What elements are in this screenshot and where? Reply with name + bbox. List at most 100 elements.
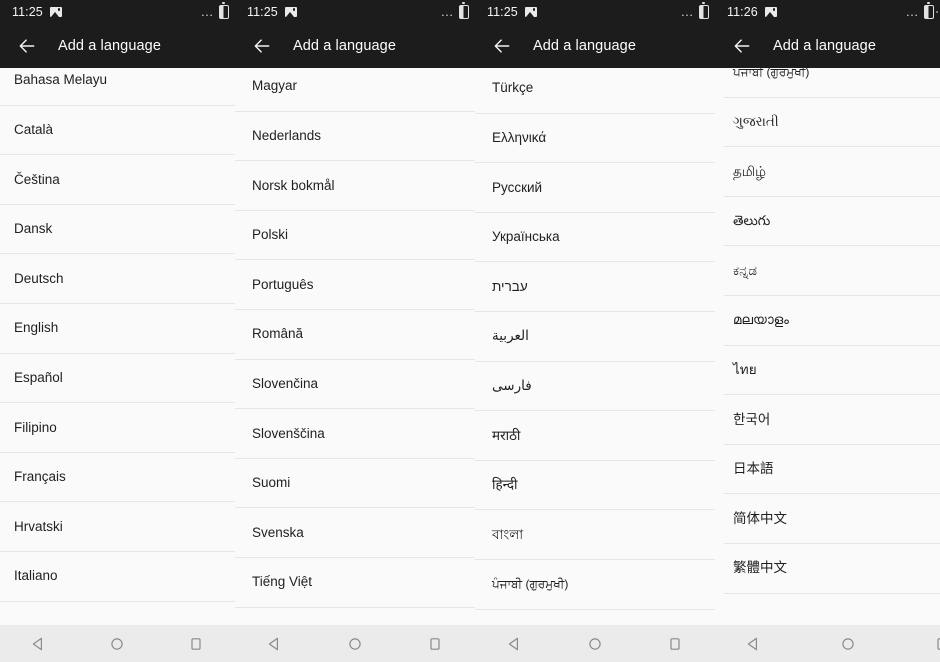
- language-list-item[interactable]: Italiano: [0, 551, 235, 602]
- nav-home-icon[interactable]: [825, 625, 871, 662]
- nav-recents-icon[interactable]: [919, 625, 940, 662]
- language-name: हिन्दी: [492, 477, 518, 493]
- language-list-item[interactable]: हिन्दी: [475, 460, 715, 511]
- image-icon: [49, 6, 62, 17]
- list-divider: [235, 606, 475, 608]
- language-list-item[interactable]: বাংলা: [475, 510, 715, 560]
- language-list-item[interactable]: ગુજરાતી: [715, 97, 940, 148]
- language-list-item[interactable]: Türkçe: [475, 68, 715, 114]
- nav-back-icon[interactable]: [731, 625, 777, 662]
- page-title: Add a language: [58, 37, 161, 54]
- language-list-item[interactable]: 繁體中文: [715, 543, 940, 594]
- language-name: தமிழ்: [733, 163, 766, 179]
- language-list-item[interactable]: Slovenščina: [235, 409, 475, 459]
- language-name: Polski: [252, 227, 289, 243]
- nav-home-icon[interactable]: [94, 625, 140, 662]
- language-list-item[interactable]: العربية: [475, 311, 715, 362]
- system-navigation-bar: [235, 625, 475, 662]
- language-name: Türkçe: [492, 80, 534, 96]
- language-list-item[interactable]: עברית: [475, 262, 715, 312]
- nav-home-icon[interactable]: [572, 625, 618, 662]
- language-list-item[interactable]: Polski: [235, 210, 475, 261]
- panel-3: 11:25 … Add a language Türkçe Ελληνικά Русски…: [475, 0, 715, 662]
- nav-back-icon[interactable]: [16, 625, 62, 662]
- language-list-item[interactable]: ਪੰਜਾਬੀ (ਗੁਰਮੁਖੀ): [715, 68, 940, 98]
- language-list-item[interactable]: Français: [0, 452, 235, 503]
- arrow-back-icon[interactable]: [487, 31, 517, 61]
- language-list-item[interactable]: English: [0, 303, 235, 354]
- battery-icon: [699, 2, 709, 19]
- language-list-item[interactable]: Dansk: [0, 204, 235, 255]
- language-list-item[interactable]: Ελληνικά: [475, 113, 715, 164]
- nav-back-icon[interactable]: [252, 625, 298, 662]
- language-list-item[interactable]: Čeština: [0, 155, 235, 205]
- language-name: Nederlands: [252, 127, 322, 143]
- arrow-back-icon[interactable]: [12, 31, 42, 61]
- battery-icon: [924, 2, 934, 19]
- more-dots-icon: …: [440, 3, 454, 19]
- language-list: Magyar Nederlands Norsk bokmål Polski Portug…: [235, 68, 475, 608]
- arrow-back-icon[interactable]: [727, 31, 757, 61]
- language-list-item[interactable]: Hrvatski: [0, 502, 235, 552]
- language-list-item[interactable]: Español: [0, 353, 235, 404]
- language-name: Slovenščina: [252, 425, 325, 441]
- nav-recents-icon[interactable]: [412, 625, 458, 662]
- language-list-item[interactable]: Svenska: [235, 508, 475, 558]
- language-list-scroll[interactable]: Bahasa Melayu Català Čeština Dansk Deutsch En…: [0, 68, 235, 662]
- language-list-scroll[interactable]: Magyar Nederlands Norsk bokmål Polski Portug…: [235, 68, 475, 662]
- language-list-item[interactable]: فارسی: [475, 361, 715, 412]
- language-list-item[interactable]: Norsk bokmål: [235, 161, 475, 211]
- language-list-item[interactable]: Русский: [475, 163, 715, 213]
- language-list-item[interactable]: Suomi: [235, 458, 475, 509]
- language-list: Bahasa Melayu Català Čeština Dansk Deutsch En…: [0, 68, 235, 602]
- language-list-item[interactable]: தமிழ்: [715, 147, 940, 197]
- language-name: Français: [14, 469, 66, 485]
- language-list-item[interactable]: 한국어: [715, 395, 940, 445]
- language-name: Magyar: [252, 78, 298, 94]
- language-list-item[interactable]: Filipino: [0, 403, 235, 453]
- language-list-item[interactable]: 日本語: [715, 444, 940, 495]
- language-list-item[interactable]: Magyar: [235, 68, 475, 112]
- app-bar: Add a language: [0, 23, 235, 68]
- language-name: Suomi: [252, 475, 291, 491]
- language-name: मराठी: [492, 427, 521, 443]
- status-bar-clock: 11:26: [727, 4, 758, 19]
- language-list-item[interactable]: Română: [235, 309, 475, 360]
- nav-recents-icon[interactable]: [173, 625, 219, 662]
- nav-home-icon[interactable]: [332, 625, 378, 662]
- system-navigation-bar: [475, 625, 715, 662]
- language-list-item[interactable]: Українська: [475, 212, 715, 263]
- app-bar: Add a language: [235, 23, 475, 68]
- status-bar-right-icons: …: [200, 0, 229, 23]
- language-list-item[interactable]: Deutsch: [0, 254, 235, 304]
- language-list-item[interactable]: Tiếng Việt: [235, 557, 475, 608]
- language-name: Svenska: [252, 524, 304, 540]
- more-dots-icon: …: [200, 3, 214, 19]
- language-list-item[interactable]: Bahasa Melayu: [0, 68, 235, 106]
- language-list-item[interactable]: Slovenčina: [235, 359, 475, 410]
- language-list: ਪੰਜਾਬੀ (ਗੁਰਮੁਖੀ) ગુજરાતી தமிழ் తెలుగు ಕನ್ನಡ മ…: [715, 68, 940, 594]
- more-dots-icon: …: [905, 3, 919, 19]
- status-bar-clock: 11:25: [12, 4, 43, 19]
- language-list-item[interactable]: मराठी: [475, 411, 715, 461]
- language-list-item[interactable]: Nederlands: [235, 111, 475, 162]
- language-name: 한국어: [733, 411, 771, 427]
- language-name: ไทย: [733, 361, 757, 377]
- language-list-item[interactable]: ไทย: [715, 345, 940, 396]
- arrow-back-icon[interactable]: [247, 31, 277, 61]
- language-list-item[interactable]: മലയാളം: [715, 295, 940, 346]
- status-bar: 11:25 …: [0, 0, 235, 23]
- language-list-item[interactable]: 简体中文: [715, 494, 940, 544]
- battery-icon: [219, 2, 229, 19]
- language-list-item[interactable]: ಕನ್ನಡ: [715, 246, 940, 296]
- language-name: Tiếng Việt: [252, 574, 313, 590]
- language-name: മലയാളം: [733, 312, 789, 328]
- language-list-item[interactable]: Português: [235, 260, 475, 310]
- language-list-item[interactable]: Català: [0, 105, 235, 156]
- nav-recents-icon[interactable]: [652, 625, 698, 662]
- language-list-scroll[interactable]: Türkçe Ελληνικά Русский Українська עברית العر…: [475, 68, 715, 662]
- language-list-scroll[interactable]: ਪੰਜਾਬੀ (ਗੁਰਮੁਖੀ) ગુજરાતી தமிழ் తెలుగు ಕನ್ನಡ മ…: [715, 68, 940, 662]
- nav-back-icon[interactable]: [492, 625, 538, 662]
- language-list-item[interactable]: ਪੰਜਾਬੀ (ਗੁਰਮੁਖੀ): [475, 559, 715, 610]
- language-list-item[interactable]: తెలుగు: [715, 196, 940, 247]
